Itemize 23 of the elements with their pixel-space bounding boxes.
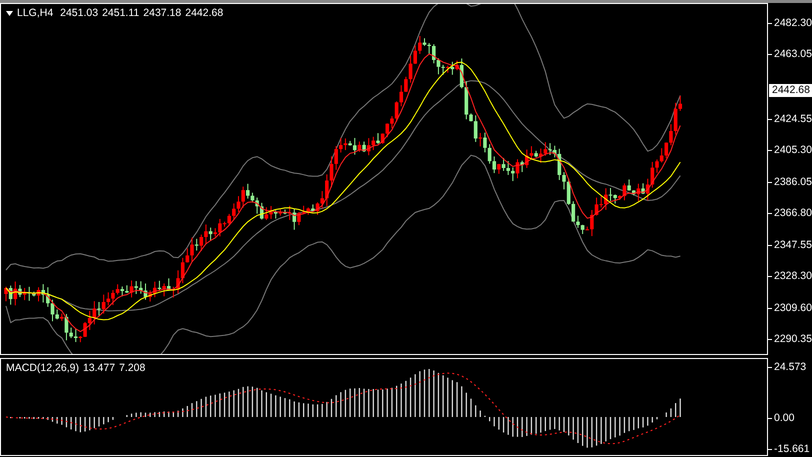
price-axis-label: 2482.30 xyxy=(768,7,812,38)
price-axis-label: 2405.30 xyxy=(768,134,812,166)
price-axis-label: 2366.80 xyxy=(768,198,812,229)
price-axis-label: 2347.55 xyxy=(768,229,812,260)
macd-axis-label: -15.661 xyxy=(768,442,812,456)
current-price-label: 2442.68 xyxy=(769,84,812,97)
price-axis-label: 2463.05 xyxy=(768,38,812,70)
macd-axis-label: 24.573 xyxy=(768,360,812,374)
open-price: 2451.03 xyxy=(59,7,98,19)
dropdown-triangle-icon[interactable] xyxy=(6,10,13,16)
price-axis-label: 2328.30 xyxy=(768,260,812,292)
macd-value: 13.477 xyxy=(82,362,116,374)
macd-axis-label: 0.00 xyxy=(768,411,812,425)
price-axis-label: 2424.55 xyxy=(768,103,812,134)
low-price: 2437.18 xyxy=(143,7,182,19)
price-axis-label: 2290.35 xyxy=(768,324,812,355)
close-price: 2442.68 xyxy=(185,7,224,19)
symbol-timeframe: LLG,H4 xyxy=(17,7,54,19)
price-axis-label: 2309.60 xyxy=(768,292,812,324)
price-axis-label: 2386.05 xyxy=(768,166,812,198)
macd-label: MACD(12,26,9) xyxy=(6,362,79,374)
macd-signal-value: 7.208 xyxy=(119,362,146,374)
high-price: 2451.11 xyxy=(102,7,140,19)
